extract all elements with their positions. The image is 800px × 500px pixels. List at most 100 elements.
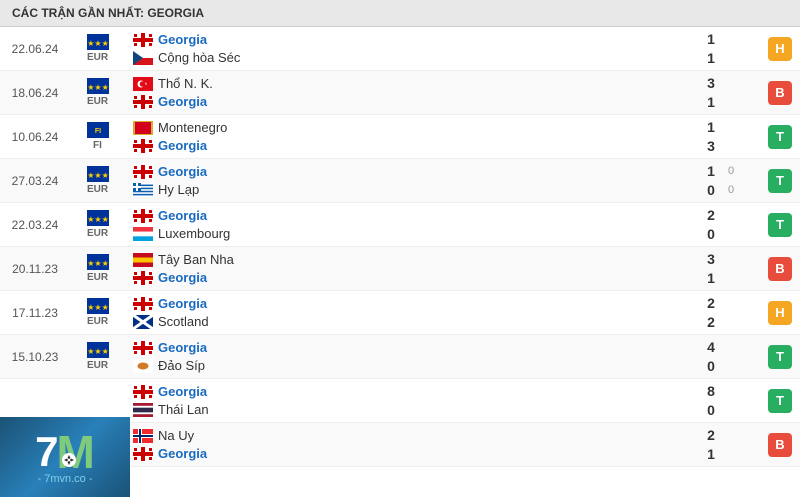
team2-name: Georgia — [158, 94, 207, 109]
svg-text:★★★: ★★★ — [87, 171, 109, 180]
team2-row: Scotland — [133, 314, 672, 329]
match-date: 17.11.23 — [0, 291, 70, 334]
team1-flag-icon — [133, 297, 153, 311]
scores: 1 0 0 0 — [680, 159, 760, 202]
teams: Na Uy Georgia — [125, 423, 680, 466]
competition-flag-icon — [87, 392, 109, 408]
team1-name: Montenegro — [158, 120, 227, 135]
team2-name: Georgia — [158, 446, 207, 461]
score2-main: 1 — [703, 50, 719, 66]
team1-flag-icon — [133, 165, 153, 179]
scores: 1 3 — [680, 115, 760, 158]
competition: ★★★ EUR — [70, 335, 125, 378]
team2-row: Georgia — [133, 270, 672, 285]
team2-flag-icon — [133, 315, 153, 329]
svg-text:★★★: ★★★ — [87, 347, 109, 356]
logo-7: 7 — [35, 431, 56, 473]
score2-row: 1 — [684, 446, 756, 462]
table-row: 18.06.24 ★★★ EUR Thổ N. K. Georgia 3 1 — [0, 71, 800, 115]
team2-flag-icon — [133, 359, 153, 373]
team2-flag-icon — [133, 51, 153, 65]
score1-row: 3 — [684, 251, 756, 267]
team2-flag-icon — [133, 403, 153, 417]
competition-flag-icon: ★★★ — [87, 78, 109, 94]
team1-row: Georgia — [133, 208, 672, 223]
score2-main: 1 — [703, 446, 719, 462]
team1-name: Georgia — [158, 32, 207, 47]
team2-name: Georgia — [158, 270, 207, 285]
competition-flag-icon: ★★★ — [87, 166, 109, 182]
matches-container[interactable]: 22.06.24 ★★★ EUR Georgia Cộng hòa Séc 1 … — [0, 27, 800, 497]
team2-name: Luxembourg — [158, 226, 230, 241]
table-row: 22.06.24 ★★★ EUR Georgia Cộng hòa Séc 1 … — [0, 27, 800, 71]
team2-row: Đảo Síp — [133, 358, 672, 373]
score2-main: 3 — [703, 138, 719, 154]
score1-main: 2 — [703, 427, 719, 443]
score2-main: 1 — [703, 94, 719, 110]
score2-row: 3 — [684, 138, 756, 154]
team1-row: Georgia — [133, 32, 672, 47]
team2-name: Georgia — [158, 138, 207, 153]
competition: ★★★ EUR — [70, 27, 125, 70]
result-col: T — [760, 115, 800, 158]
result-col: T — [760, 203, 800, 246]
score1-row: 2 — [684, 295, 756, 311]
match-date: 15.10.23 — [0, 335, 70, 378]
team1-flag-icon — [133, 341, 153, 355]
team1-flag-icon — [133, 121, 153, 135]
logo-m: M — [57, 429, 95, 475]
team1-name: Georgia — [158, 340, 207, 355]
result-col: B — [760, 247, 800, 290]
score-extra: 0 — [725, 184, 737, 196]
team1-row: Tây Ban Nha — [133, 252, 672, 267]
competition-label: EUR — [87, 96, 108, 107]
score2-row: 0 0 — [684, 182, 756, 198]
result-badge: H — [768, 37, 792, 61]
team2-name: Scotland — [158, 314, 209, 329]
competition-label: FI — [93, 140, 102, 151]
scores: 2 2 — [680, 291, 760, 334]
result-badge: T — [768, 213, 792, 237]
score2-row: 0 — [684, 358, 756, 374]
competition-label: EUR — [87, 184, 108, 195]
score2-row: 0 — [684, 226, 756, 242]
score2-row: 0 — [684, 402, 756, 418]
svg-text:★★★: ★★★ — [87, 215, 109, 224]
score1-main: 1 — [703, 163, 719, 179]
score2-main: 0 — [703, 182, 719, 198]
competition: ★★★ EUR — [70, 291, 125, 334]
soccer-ball-icon — [62, 453, 76, 467]
result-badge: T — [768, 169, 792, 193]
table-row: 27.03.24 ★★★ EUR Georgia Hy Lạp 1 0 0 0 — [0, 159, 800, 203]
team2-row: Georgia — [133, 446, 672, 461]
competition-label: EUR — [87, 52, 108, 63]
scores: 3 1 — [680, 71, 760, 114]
team1-flag-icon — [133, 429, 153, 443]
score1-main: 8 — [703, 383, 719, 399]
teams: Georgia Cộng hòa Séc — [125, 27, 680, 70]
teams: Georgia Luxembourg — [125, 203, 680, 246]
competition — [70, 379, 125, 422]
team2-row: Georgia — [133, 94, 672, 109]
result-badge: H — [768, 301, 792, 325]
result-col: H — [760, 291, 800, 334]
score1-row: 2 — [684, 207, 756, 223]
table-row: 22.03.24 ★★★ EUR Georgia Luxembourg 2 0 — [0, 203, 800, 247]
score1-row: 3 — [684, 75, 756, 91]
score1-main: 3 — [703, 75, 719, 91]
competition-flag-icon: ★★★ — [87, 210, 109, 226]
teams: Georgia Đảo Síp — [125, 335, 680, 378]
match-date: 18.06.24 — [0, 71, 70, 114]
score2-row: 1 — [684, 94, 756, 110]
team2-flag-icon — [133, 95, 153, 109]
competition: FI FI — [70, 115, 125, 158]
competition-label: EUR — [87, 360, 108, 371]
team2-flag-icon — [133, 183, 153, 197]
competition: ★★★ EUR — [70, 247, 125, 290]
table-row: 10.06.24 FI FI Montenegro Georgia 1 3 — [0, 115, 800, 159]
result-col: T — [760, 159, 800, 202]
team2-row: Cộng hòa Séc — [133, 50, 672, 65]
score2-main: 2 — [703, 314, 719, 330]
teams: Tây Ban Nha Georgia — [125, 247, 680, 290]
scores: 2 0 — [680, 203, 760, 246]
